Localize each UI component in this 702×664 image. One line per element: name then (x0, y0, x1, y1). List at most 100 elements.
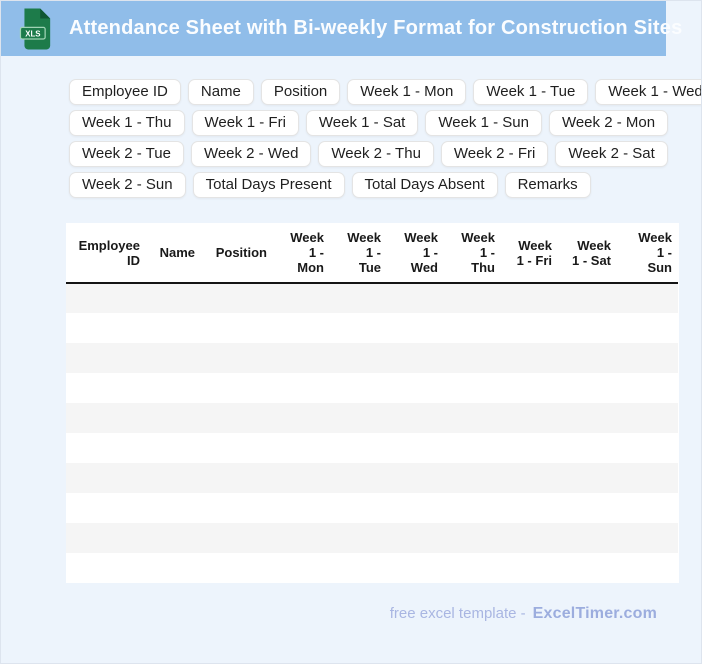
table-row (66, 553, 678, 583)
table-cell (387, 433, 444, 463)
footer-text: free excel template - (390, 605, 526, 622)
table-cell (501, 403, 558, 433)
chip-employee-id[interactable]: Employee ID (69, 79, 181, 105)
table-cell (66, 283, 146, 313)
table-cell (66, 403, 146, 433)
table-cell (330, 343, 387, 373)
table-cell (201, 463, 273, 493)
chip-week-2-mon[interactable]: Week 2 - Mon (549, 110, 668, 136)
chip-week-1-mon[interactable]: Week 1 - Mon (347, 79, 466, 105)
chip-total-days-present[interactable]: Total Days Present (193, 172, 345, 198)
chip-week-1-sun[interactable]: Week 1 - Sun (425, 110, 542, 136)
table-cell (617, 523, 678, 553)
chip-week-2-thu[interactable]: Week 2 - Thu (318, 141, 434, 167)
table-cell (617, 283, 678, 313)
table-cell (201, 373, 273, 403)
table-cell (501, 433, 558, 463)
chip-week-2-wed[interactable]: Week 2 - Wed (191, 141, 311, 167)
table-cell (201, 343, 273, 373)
chip-remarks[interactable]: Remarks (505, 172, 591, 198)
table-cell (558, 493, 617, 523)
table-cell (617, 343, 678, 373)
chip-week-1-thu[interactable]: Week 1 - Thu (69, 110, 185, 136)
table-cell (387, 493, 444, 523)
col-header-week-1-wed: Week1 -Wed (387, 223, 444, 283)
table-cell (146, 433, 201, 463)
table-cell (617, 373, 678, 403)
chip-row: Week 2 - Sun Total Days Present Total Days… (69, 172, 701, 198)
table-row (66, 523, 678, 553)
table-cell (201, 523, 273, 553)
table-cell (444, 523, 501, 553)
table-cell (444, 283, 501, 313)
table-cell (146, 463, 201, 493)
table-cell (66, 463, 146, 493)
table-cell (273, 553, 330, 583)
table-cell (558, 313, 617, 343)
chip-week-2-fri[interactable]: Week 2 - Fri (441, 141, 548, 167)
table-cell (146, 313, 201, 343)
table-cell (273, 433, 330, 463)
col-header-name: Name (146, 223, 201, 283)
chip-week-1-sat[interactable]: Week 1 - Sat (306, 110, 418, 136)
table-cell (330, 313, 387, 343)
table-cell (66, 433, 146, 463)
table-cell (146, 493, 201, 523)
table-row (66, 313, 678, 343)
table-cell (387, 523, 444, 553)
table-row (66, 343, 678, 373)
chip-week-1-wed[interactable]: Week 1 - Wed (595, 79, 702, 105)
table-cell (617, 313, 678, 343)
chip-total-days-absent[interactable]: Total Days Absent (352, 172, 498, 198)
table-cell (444, 433, 501, 463)
table-cell (444, 553, 501, 583)
table-cell (146, 283, 201, 313)
table-cell (330, 463, 387, 493)
svg-text:XLS: XLS (25, 29, 40, 38)
col-header-week-1-mon: Week1 -Mon (273, 223, 330, 283)
chip-week-1-tue[interactable]: Week 1 - Tue (473, 79, 588, 105)
table-cell (444, 403, 501, 433)
table-cell (617, 403, 678, 433)
table-cell (444, 463, 501, 493)
table-cell (387, 343, 444, 373)
table-cell (617, 553, 678, 583)
xls-file-icon: XLS (18, 8, 54, 50)
table-cell (146, 343, 201, 373)
chip-week-2-sun[interactable]: Week 2 - Sun (69, 172, 186, 198)
table-cell (146, 553, 201, 583)
table-cell (273, 523, 330, 553)
chip-week-2-sat[interactable]: Week 2 - Sat (555, 141, 667, 167)
table-cell (387, 403, 444, 433)
table-cell (66, 493, 146, 523)
table-cell (273, 373, 330, 403)
table-cell (558, 373, 617, 403)
table-cell (444, 493, 501, 523)
chip-week-1-fri[interactable]: Week 1 - Fri (192, 110, 299, 136)
page-title: Attendance Sheet with Bi-weekly Format f… (69, 17, 682, 40)
brand-link[interactable]: ExcelTimer.com (533, 605, 657, 622)
col-header-week-1-fri: Week1 - Fri (501, 223, 558, 283)
table-cell (146, 373, 201, 403)
table-cell (330, 373, 387, 403)
table-row (66, 283, 678, 313)
table-cell (501, 523, 558, 553)
col-header-week-1-tue: Week1 -Tue (330, 223, 387, 283)
table-row (66, 373, 678, 403)
chip-position[interactable]: Position (261, 79, 340, 105)
table-cell (330, 523, 387, 553)
attendance-table: EmployeeIDNamePositionWeek1 -MonWeek1 -T… (66, 223, 678, 583)
table-row (66, 433, 678, 463)
table-row (66, 493, 678, 523)
chip-name[interactable]: Name (188, 79, 254, 105)
table-cell (273, 463, 330, 493)
table-cell (330, 433, 387, 463)
title-banner: XLS Attendance Sheet with Bi-weekly Form… (1, 1, 666, 56)
table-cell (146, 403, 201, 433)
col-header-week-1-sat: Week1 - Sat (558, 223, 617, 283)
table-cell (501, 313, 558, 343)
chip-row: Employee ID Name Position Week 1 - Mon Week … (69, 79, 701, 105)
chip-week-2-tue[interactable]: Week 2 - Tue (69, 141, 184, 167)
col-header-week-1-thu: Week1 -Thu (444, 223, 501, 283)
table-cell (66, 373, 146, 403)
